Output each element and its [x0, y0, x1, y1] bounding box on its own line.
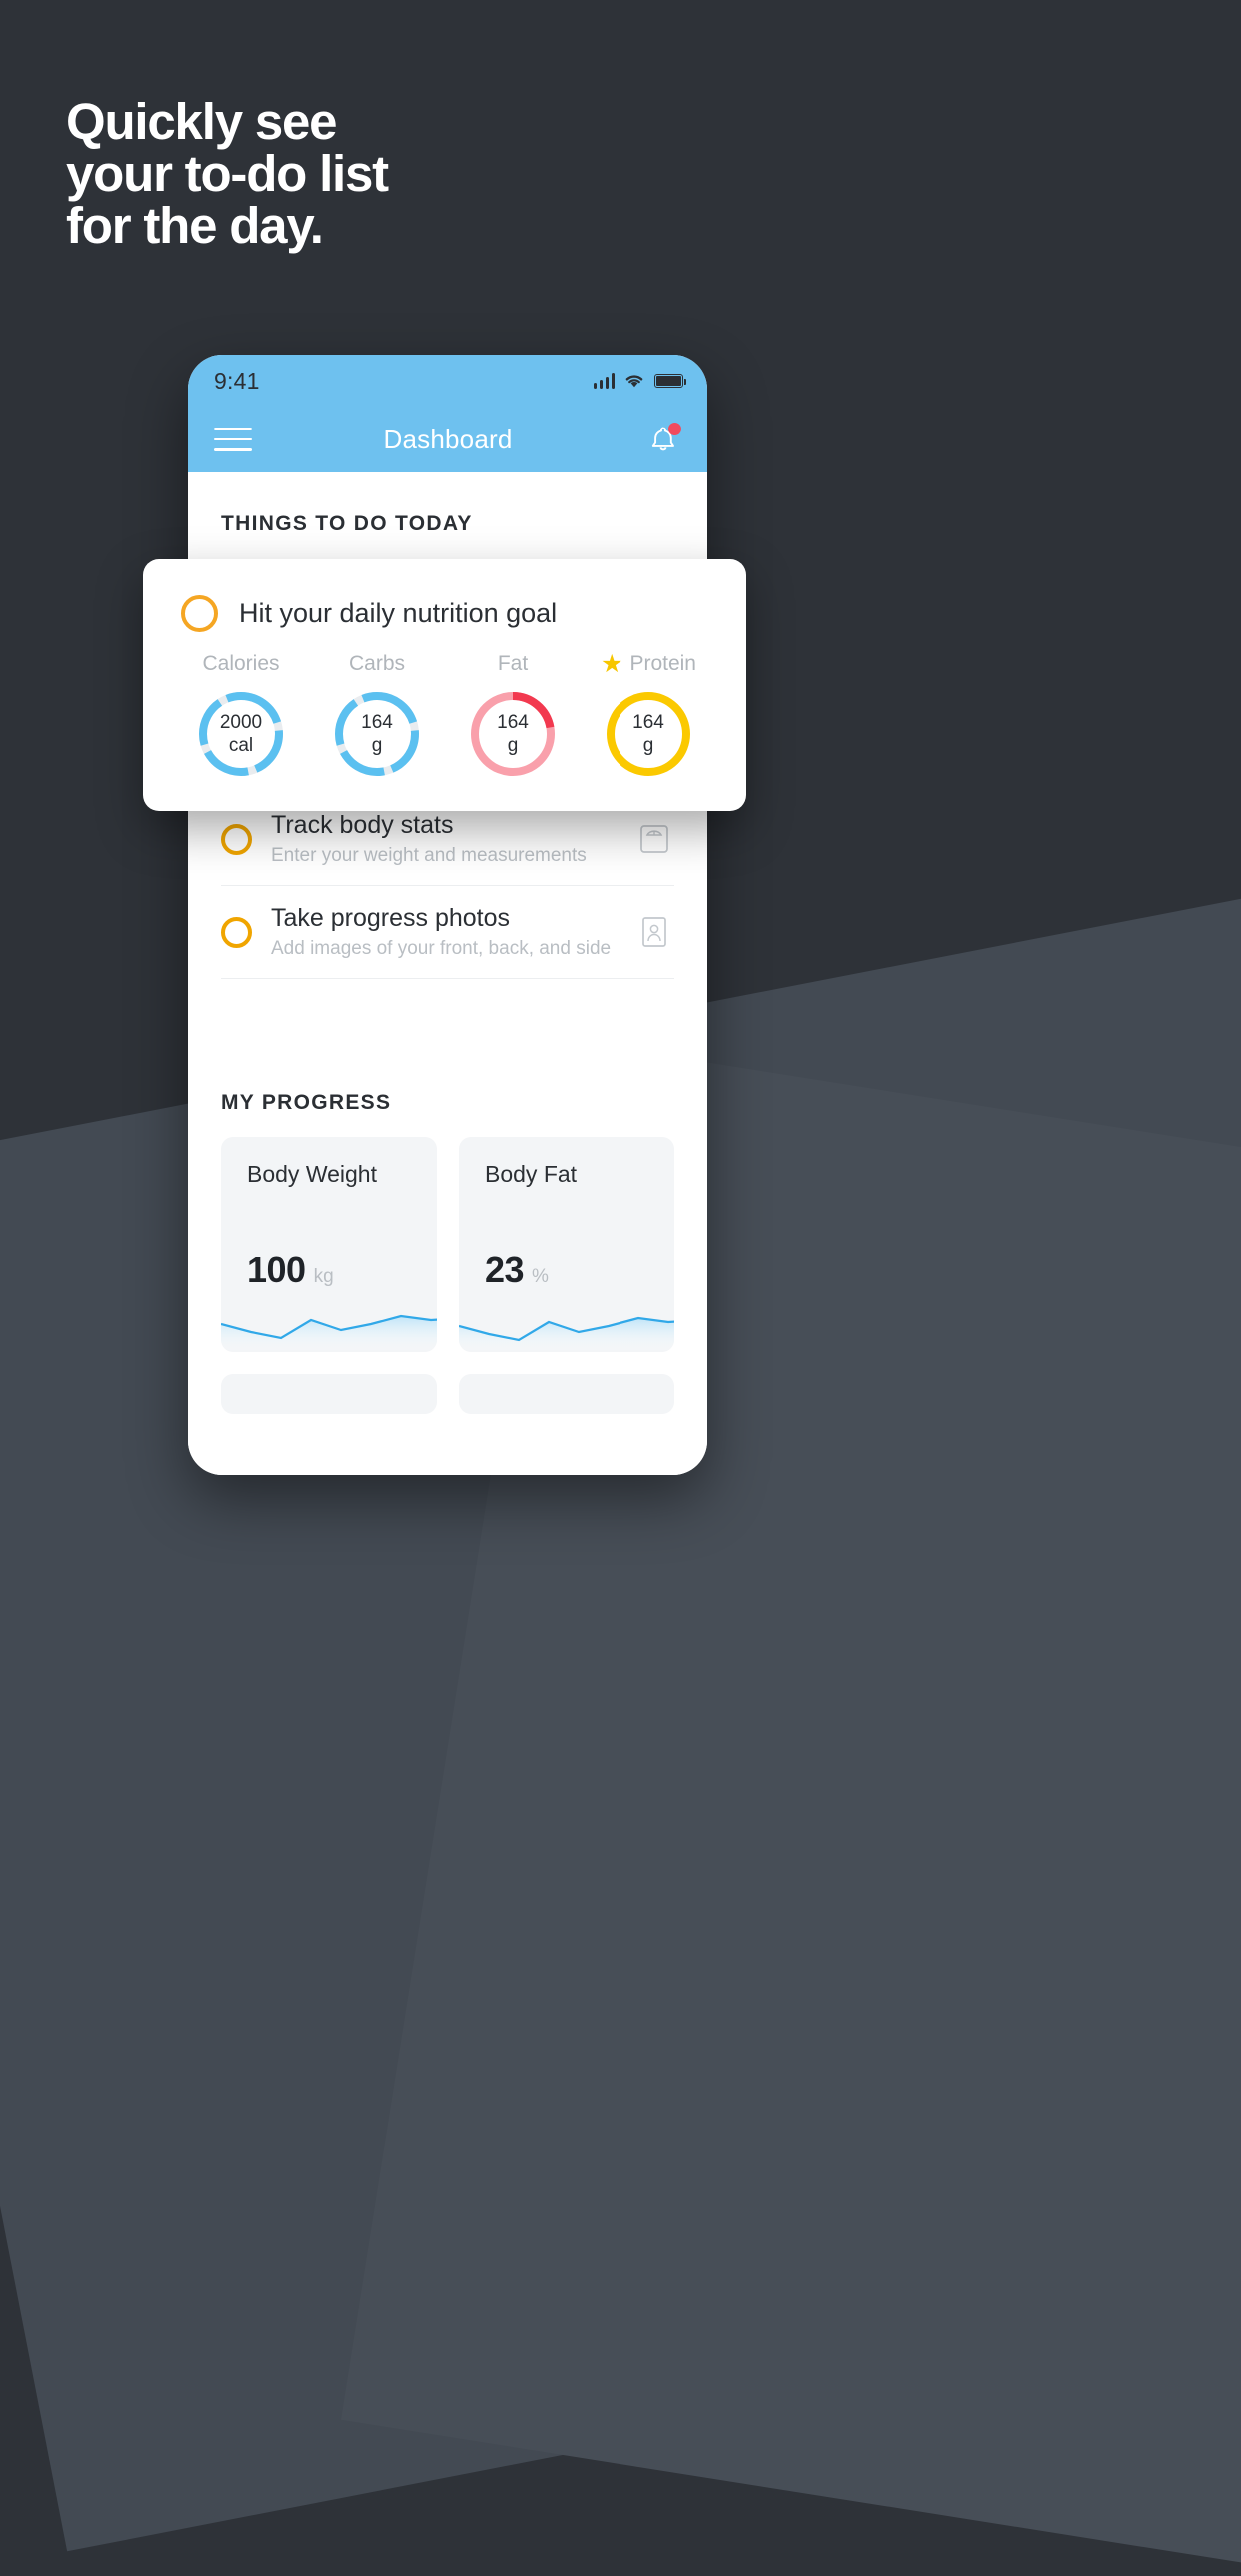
progress-card-body-fat[interactable]: Body Fat 23 %	[459, 1137, 674, 1352]
todo-status-ring[interactable]	[221, 916, 252, 948]
macro-label: Calories	[202, 652, 280, 675]
macro-value-group: 164 g	[467, 711, 559, 757]
progress-card-value-group: 23 %	[485, 1249, 549, 1290]
macro-protein[interactable]: ★ Protein 164 g	[581, 650, 716, 780]
macro-unit: g	[507, 735, 519, 756]
progress-card-value-group: 100 kg	[247, 1249, 334, 1290]
macro-label: ★ Protein	[601, 649, 696, 678]
todo-title: Track body stats	[271, 811, 454, 839]
status-bar-clock: 9:41	[214, 367, 260, 394]
macro-label: Fat	[497, 652, 529, 675]
notifications-button[interactable]	[643, 420, 683, 459]
macro-donut-protein: 164 g	[603, 688, 694, 780]
macro-value: 2000	[219, 712, 263, 733]
marketing-headline: Quickly see your to-do list for the day.	[66, 93, 389, 254]
headline-line-3: for the day.	[66, 197, 324, 254]
macro-unit: g	[642, 735, 654, 756]
macro-value: 164	[497, 712, 529, 733]
macro-value-group: 164 g	[331, 711, 423, 757]
section-title-todo: THINGS TO DO TODAY	[221, 512, 473, 535]
progress-card-body-weight[interactable]: Body Weight 100 kg	[221, 1137, 437, 1352]
macro-unit: g	[371, 735, 383, 756]
status-bar: 9:41	[188, 355, 707, 407]
macro-label: Carbs	[348, 652, 406, 675]
star-icon: ★	[601, 649, 623, 678]
macro-unit: cal	[228, 735, 254, 756]
app-nav-bar: Dashboard	[188, 407, 707, 472]
todo-subtitle: Enter your weight and measurements	[271, 845, 587, 866]
progress-card-title: Body Weight	[247, 1161, 377, 1187]
progress-card-unit: kg	[313, 1266, 334, 1287]
macro-value: 164	[632, 712, 664, 733]
macro-ring-list: Calories 2000 cal Carbs 164 g Fat 164 g …	[143, 650, 746, 780]
headline-line-2: your to-do list	[66, 145, 389, 202]
list-item[interactable]: Take progress photos Add images of your …	[221, 886, 674, 979]
todo-subtitle: Add images of your front, back, and side	[271, 938, 612, 959]
todo-text: Track body stats Enter your weight and m…	[271, 810, 616, 868]
phone-mockup: 9:41 Dashboard THINGS TO DO TODAY Track …	[188, 355, 707, 1475]
battery-full-icon	[654, 374, 687, 388]
sparkline-chart-body-fat	[459, 1316, 674, 1352]
macro-fat[interactable]: Fat 164 g	[445, 650, 581, 780]
weight-scale-icon	[634, 819, 674, 859]
todo-status-ring[interactable]	[221, 823, 252, 855]
signal-bars-icon	[593, 373, 615, 389]
macro-value-group: 164 g	[603, 711, 694, 757]
macro-donut-calories: 2000 cal	[195, 688, 287, 780]
macro-value: 164	[361, 712, 393, 733]
progress-card-list: Body Weight 100 kg Body Fat 23 %	[221, 1137, 674, 1352]
hamburger-menu-icon[interactable]	[214, 428, 252, 451]
macro-value-group: 2000 cal	[195, 711, 287, 757]
progress-card-list-overflow	[221, 1374, 674, 1414]
nutrition-goal-card[interactable]: Hit your daily nutrition goal Calories 2…	[143, 559, 746, 811]
headline-line-1: Quickly see	[66, 93, 338, 150]
macro-carbs[interactable]: Carbs 164 g	[309, 650, 445, 780]
notification-badge	[668, 423, 681, 435]
macro-donut-fat: 164 g	[467, 688, 559, 780]
progress-card-value: 23	[485, 1249, 525, 1289]
page-title: Dashboard	[383, 424, 513, 454]
progress-card-value: 100	[247, 1249, 306, 1289]
todo-title: Take progress photos	[271, 904, 511, 932]
macro-calories[interactable]: Calories 2000 cal	[173, 650, 309, 780]
wifi-icon	[625, 375, 643, 388]
sparkline-chart-body-weight	[221, 1314, 437, 1352]
progress-card-unit: %	[532, 1266, 549, 1287]
nutrition-card-header: Hit your daily nutrition goal	[143, 595, 746, 632]
nutrition-status-ring[interactable]	[181, 595, 218, 632]
progress-card-partial[interactable]	[221, 1374, 437, 1414]
status-bar-icons	[593, 373, 687, 389]
section-title-progress: MY PROGRESS	[221, 1091, 392, 1114]
todo-text: Take progress photos Add images of your …	[271, 903, 616, 961]
progress-card-title: Body Fat	[485, 1161, 578, 1187]
macro-donut-carbs: 164 g	[331, 688, 423, 780]
progress-card-partial[interactable]	[459, 1374, 674, 1414]
person-photo-icon	[634, 912, 674, 952]
nutrition-card-title: Hit your daily nutrition goal	[239, 598, 558, 628]
